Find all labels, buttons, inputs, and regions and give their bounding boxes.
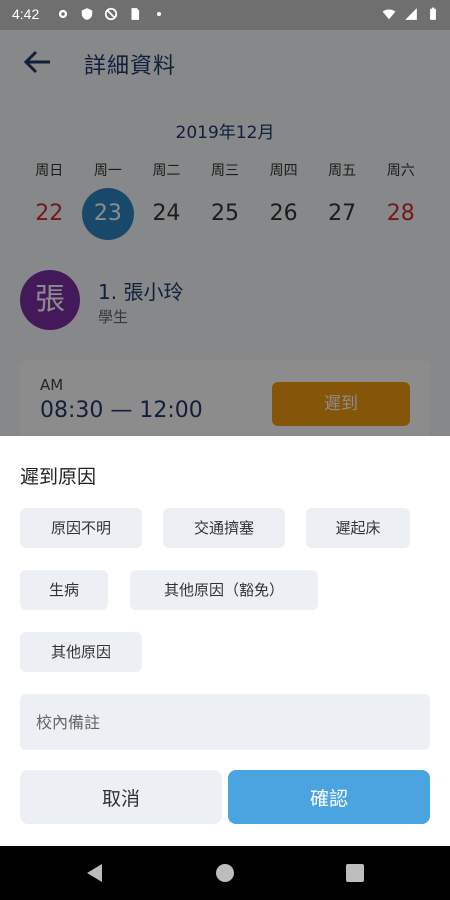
navigation-bar xyxy=(0,846,450,900)
cancel-button[interactable]: 取消 xyxy=(20,770,222,824)
status-time: 4:42 xyxy=(12,6,40,22)
school-note-input[interactable] xyxy=(20,694,430,750)
no-disturb-icon xyxy=(104,7,118,21)
reason-chip-unknown[interactable]: 原因不明 xyxy=(20,508,142,548)
reason-chip-overslept[interactable]: 遲起床 xyxy=(306,508,410,548)
dot-icon xyxy=(156,11,162,17)
reason-chip-other[interactable]: 其他原因 xyxy=(20,632,142,672)
shield-icon xyxy=(81,8,93,20)
sheet-title: 遲到原因 xyxy=(20,466,97,488)
confirm-button[interactable]: 確認 xyxy=(228,770,430,824)
nav-back-icon[interactable] xyxy=(84,862,106,884)
modal-scrim[interactable] xyxy=(0,30,450,436)
nav-recents-icon[interactable] xyxy=(344,862,366,884)
reason-chip-traffic[interactable]: 交通擠塞 xyxy=(163,508,285,548)
wifi-icon xyxy=(382,9,396,20)
reason-chip-sick[interactable]: 生病 xyxy=(20,570,108,610)
reason-chip-other-exempt[interactable]: 其他原因（豁免） xyxy=(130,570,318,610)
battery-icon xyxy=(430,7,436,20)
signal-icon xyxy=(405,8,417,20)
late-reason-sheet: 遲到原因 原因不明 交通擠塞 遲起床 生病 其他原因（豁免） 其他原因 取消 確… xyxy=(0,436,450,846)
status-bar: 4:42 xyxy=(0,0,450,30)
gear-icon xyxy=(58,9,68,19)
nav-home-icon[interactable] xyxy=(214,862,236,884)
sim-icon xyxy=(131,8,140,20)
